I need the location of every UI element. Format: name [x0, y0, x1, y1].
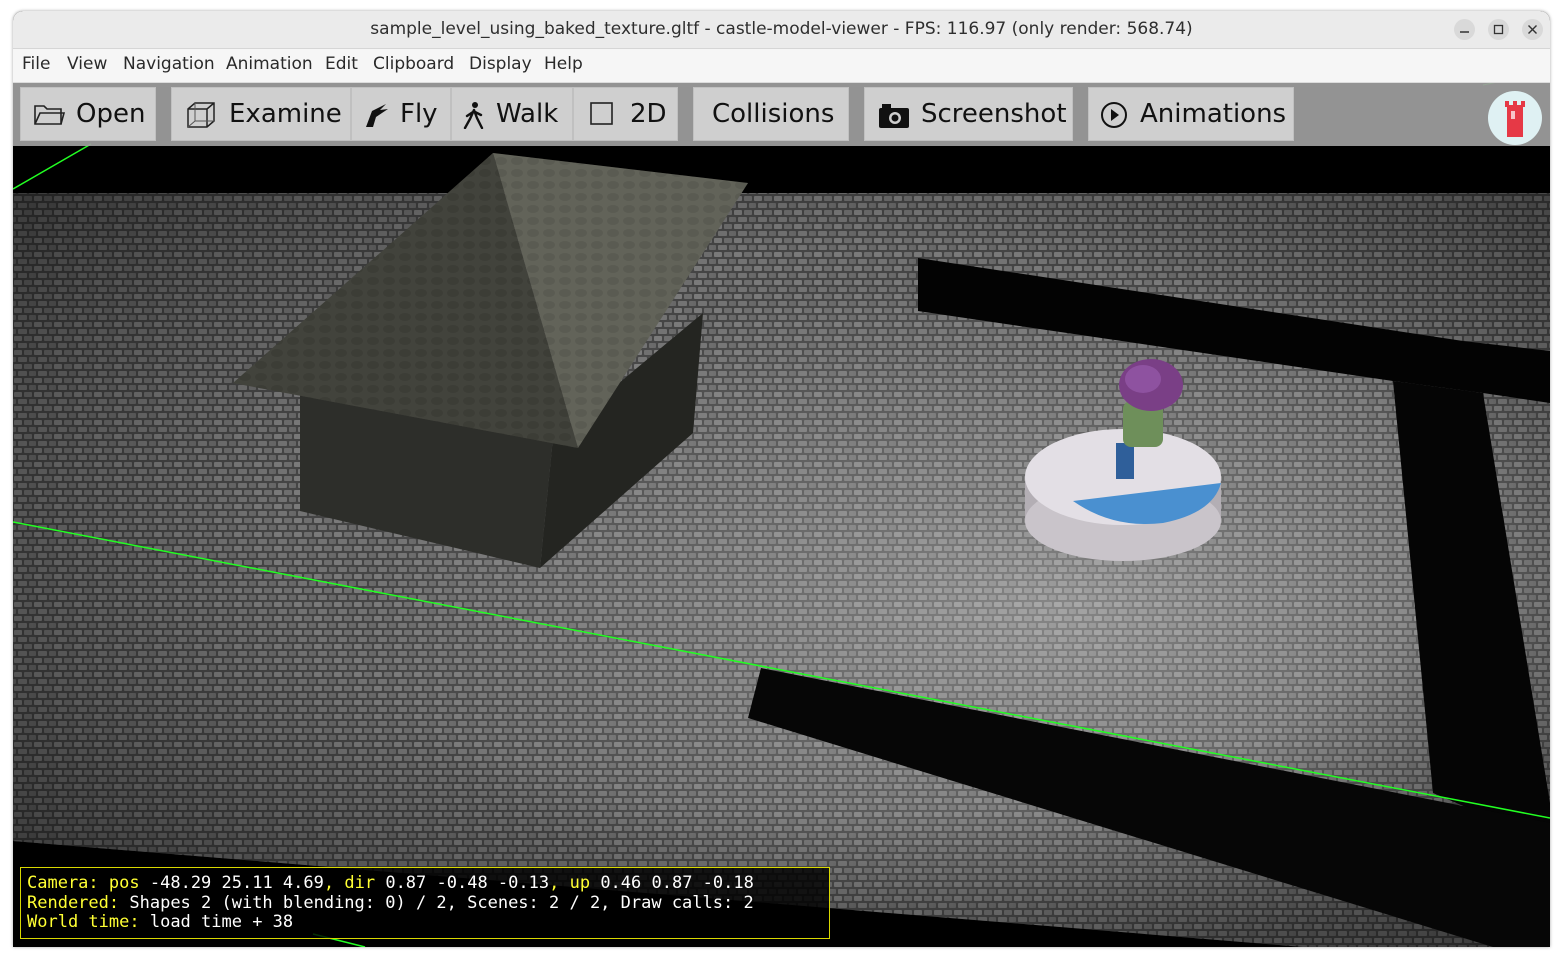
- animations-label: Animations: [1140, 99, 1287, 129]
- menu-view[interactable]: View: [67, 49, 107, 82]
- screenshot-label: Screenshot: [921, 99, 1067, 129]
- rendered-stats: Shapes 2 (with blending: 0) / 2, Scenes:…: [129, 892, 754, 913]
- examine-button[interactable]: Examine: [171, 87, 351, 141]
- screenshot-button[interactable]: Screenshot: [864, 87, 1073, 141]
- menu-bar: File View Navigation Animation Edit Clip…: [13, 49, 1550, 83]
- maximize-icon: [1493, 24, 1504, 35]
- menu-display[interactable]: Display: [469, 49, 532, 82]
- open-label: Open: [76, 99, 146, 129]
- camera-icon: [879, 104, 909, 128]
- character: [1116, 443, 1134, 479]
- 2d-label: 2D: [630, 99, 667, 129]
- play-circle-icon: [1101, 102, 1127, 128]
- close-icon: [1528, 25, 1537, 34]
- menu-navigation[interactable]: Navigation: [123, 49, 215, 82]
- walk-icon: [463, 102, 484, 129]
- fly-label: Fly: [400, 99, 438, 129]
- walk-button[interactable]: Walk: [451, 87, 573, 141]
- menu-edit[interactable]: Edit: [325, 49, 358, 82]
- menu-file[interactable]: File: [22, 49, 50, 82]
- folder-icon: [34, 105, 65, 125]
- collisions-toggle[interactable]: Collisions: [693, 87, 849, 141]
- examine-label: Examine: [229, 99, 342, 129]
- pos-label: pos: [108, 873, 140, 893]
- walk-label: Walk: [496, 99, 559, 129]
- title-bar[interactable]: sample_level_using_baked_texture.gltf - …: [13, 11, 1550, 49]
- menu-help[interactable]: Help: [544, 49, 583, 82]
- fly-icon: [366, 104, 388, 127]
- close-button[interactable]: [1522, 19, 1543, 40]
- axis-line: [13, 143, 92, 190]
- collisions-label: Collisions: [712, 99, 835, 129]
- castle-logo-icon: [1505, 101, 1525, 137]
- camera-dir: 0.87 -0.48 -0.13: [385, 873, 550, 893]
- camera-pos: -48.29 25.11 4.69: [149, 873, 324, 893]
- world-time-value: load time + 38: [149, 912, 294, 932]
- window-title: sample_level_using_baked_texture.gltf - …: [370, 19, 1193, 39]
- castle-logo[interactable]: [1488, 91, 1542, 145]
- menu-animation[interactable]: Animation: [226, 49, 313, 82]
- open-button[interactable]: Open: [20, 87, 156, 141]
- 2d-toggle[interactable]: 2D: [573, 87, 678, 141]
- rendered-label: Rendered:: [27, 892, 120, 913]
- camera-label: Camera:: [27, 873, 99, 893]
- minimize-icon: [1460, 31, 1469, 33]
- animations-button[interactable]: Animations: [1088, 87, 1294, 141]
- checkbox-icon: [590, 102, 613, 125]
- 3d-scene: [13, 83, 1550, 947]
- fly-button[interactable]: Fly: [351, 87, 451, 141]
- toolbar: Open Examine Fly Walk 2D Collisions Scre…: [13, 83, 1550, 146]
- status-overlay: Camera: pos -48.29 25.11 4.69, dir 0.87 …: [20, 867, 830, 939]
- menu-clipboard[interactable]: Clipboard: [373, 49, 454, 82]
- 3d-viewport[interactable]: Open Examine Fly Walk 2D Collisions Scre…: [13, 83, 1550, 947]
- camera-up: 0.46 0.87 -0.18: [600, 873, 754, 893]
- up-label: up: [569, 873, 591, 893]
- app-window: sample_level_using_baked_texture.gltf - …: [13, 11, 1550, 947]
- cube-icon: [187, 102, 215, 128]
- dir-label: dir: [344, 873, 376, 893]
- world-time-label: World time:: [27, 912, 140, 932]
- minimize-button[interactable]: [1454, 19, 1475, 40]
- maximize-button[interactable]: [1488, 19, 1509, 40]
